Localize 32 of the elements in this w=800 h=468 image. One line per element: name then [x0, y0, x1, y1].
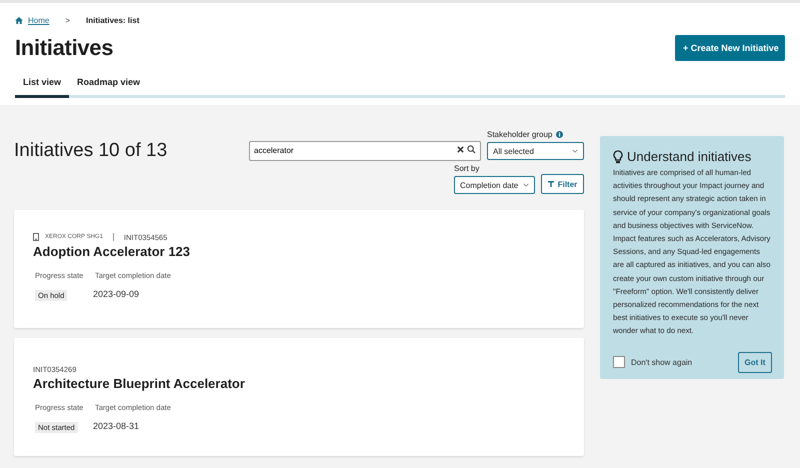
home-link[interactable]: Home	[15, 16, 50, 25]
clear-icon[interactable]	[457, 146, 464, 153]
got-it-button[interactable]: Got It	[738, 352, 772, 373]
filter-icon	[548, 181, 554, 187]
list-heading: Initiatives 10 of 13	[14, 140, 168, 163]
lightbulb-icon	[613, 150, 623, 164]
home-icon	[15, 17, 23, 24]
field-label: Stakeholder group	[487, 130, 552, 139]
chevron-icon	[523, 183, 529, 187]
search-field[interactable]: accelerator	[249, 140, 481, 160]
panel-title: Understand initiatives	[627, 149, 752, 164]
dropdown[interactable]: All selected	[487, 142, 584, 160]
building-icon	[33, 233, 39, 241]
create-button[interactable]: + Create New Initiative	[675, 35, 785, 61]
breadcrumb-separator: >	[65, 16, 70, 25]
info-icon[interactable]	[556, 131, 564, 138]
breadcrumb-current: Initiatives: list	[86, 16, 140, 25]
checkbox-label: Don't show again	[631, 358, 694, 367]
search-icon[interactable]	[467, 145, 476, 154]
checkbox[interactable]	[613, 356, 625, 368]
date-value: 2023-09-09	[93, 289, 140, 299]
page-title: Initiatives	[15, 35, 114, 61]
dropdown[interactable]: Completion date	[454, 176, 535, 194]
chevron-icon	[572, 149, 578, 153]
field-label: Sort by	[454, 164, 480, 173]
divider	[112, 233, 114, 241]
tab[interactable]: Roadmap view	[69, 77, 148, 98]
initiative-title: Architecture Blueprint Accelerator	[33, 376, 246, 391]
date-value: 2023-08-31	[93, 421, 140, 431]
initiative-title: Adoption Accelerator 123	[33, 244, 192, 259]
tab[interactable]: List view	[15, 77, 70, 98]
filter-button[interactable]: Filter	[541, 174, 584, 194]
